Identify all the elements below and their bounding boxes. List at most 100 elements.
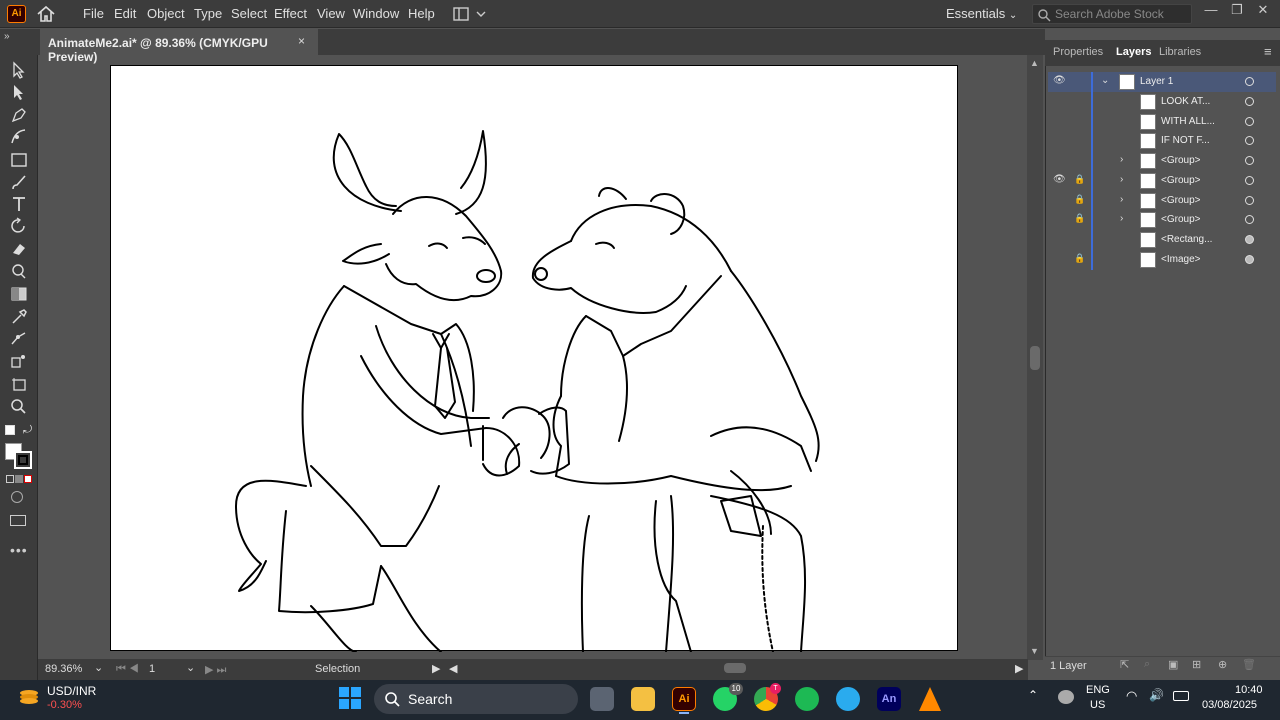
visibility-eye-icon[interactable]: 👁 <box>1053 174 1066 185</box>
scroll-up-icon[interactable]: ▲ <box>1030 58 1039 68</box>
document-tab-close-button[interactable]: × <box>298 34 305 48</box>
lock-toggle[interactable] <box>1074 154 1084 164</box>
language-line1[interactable]: ENG <box>1086 684 1110 696</box>
scroll-right-icon[interactable]: ▶ <box>1015 662 1023 675</box>
paintbrush-tool-icon[interactable] <box>9 173 29 191</box>
expand-chevron-right-icon[interactable]: › <box>1120 154 1123 165</box>
menu-object[interactable]: Object <box>147 6 185 21</box>
eraser-tool-icon[interactable] <box>9 240 29 258</box>
panel-menu-icon[interactable]: ≡ <box>1264 44 1272 59</box>
delete-layer-icon[interactable]: 🗑 <box>1242 658 1256 671</box>
scroll-left-icon[interactable]: ◀ <box>449 662 457 675</box>
target-circle-icon[interactable] <box>1245 136 1254 145</box>
puppet-warp-tool-icon[interactable] <box>9 329 29 347</box>
visibility-toggle[interactable] <box>1053 154 1063 164</box>
tab-libraries[interactable]: Libraries <box>1159 46 1201 58</box>
lock-toggle[interactable] <box>1074 115 1084 125</box>
gradient-mode-icon[interactable] <box>15 475 23 483</box>
eyedropper-tool-icon[interactable] <box>9 307 29 325</box>
ticker-symbol[interactable]: USD/INR <box>47 684 96 698</box>
close-window-button[interactable]: ✕ <box>1252 2 1274 22</box>
illustrator-taskbar-icon[interactable]: Ai <box>672 687 696 711</box>
target-circle-icon[interactable] <box>1245 176 1254 185</box>
task-view-icon[interactable] <box>590 687 614 711</box>
zoom-level[interactable]: 89.36% <box>45 663 82 675</box>
zoom-dropdown-icon[interactable]: ⌄ <box>94 661 103 674</box>
windows-start-icon[interactable] <box>338 686 362 710</box>
lock-icon[interactable]: 🔒 <box>1074 213 1085 224</box>
file-explorer-icon[interactable] <box>631 687 655 711</box>
edit-toolbar-icon[interactable]: ••• <box>10 542 28 558</box>
layer-row[interactable]: WITH ALL... <box>1048 112 1276 132</box>
scroll-down-icon[interactable]: ▼ <box>1030 646 1039 656</box>
color-mode-icon[interactable] <box>6 475 14 483</box>
telegram-icon[interactable] <box>836 687 860 711</box>
new-sublayer-icon[interactable]: ⊞ <box>1192 658 1201 671</box>
layer-row[interactable]: 🔒 › <Group> <box>1048 191 1276 211</box>
screen-mode-icon[interactable] <box>10 515 26 526</box>
lock-toggle[interactable] <box>1074 233 1084 243</box>
lock-toggle[interactable] <box>1074 75 1084 85</box>
lock-icon[interactable]: 🔒 <box>1074 253 1085 264</box>
wifi-icon[interactable]: ◠ <box>1126 688 1137 704</box>
home-icon[interactable] <box>36 5 56 23</box>
visibility-toggle[interactable] <box>1053 134 1063 144</box>
show-hidden-icons-icon[interactable]: ⌃ <box>1028 688 1038 702</box>
layer-row[interactable]: IF NOT F... <box>1048 131 1276 151</box>
document-tab[interactable]: AnimateMe2.ai* @ 89.36% (CMYK/GPU Previe… <box>40 29 318 64</box>
tab-layers[interactable]: Layers <box>1116 46 1151 58</box>
horizontal-scroll-thumb[interactable] <box>724 663 746 673</box>
taskbar-search[interactable]: Search <box>374 684 578 714</box>
layer-row[interactable]: 👁 ⌄ Layer 1 <box>1048 72 1276 92</box>
curvature-tool-icon[interactable] <box>9 127 29 145</box>
visibility-toggle[interactable] <box>1053 253 1063 263</box>
layer-row[interactable]: <Rectang... <box>1048 230 1276 250</box>
menu-view[interactable]: View <box>317 6 345 21</box>
menu-window[interactable]: Window <box>353 6 399 21</box>
swap-colors-icon[interactable]: ⤾ <box>23 424 32 437</box>
menu-file[interactable]: File <box>83 6 104 21</box>
lock-toggle[interactable] <box>1074 95 1084 105</box>
minimize-button[interactable]: — <box>1200 2 1222 22</box>
type-tool-icon[interactable] <box>9 195 29 213</box>
animate-icon[interactable]: An <box>877 687 901 711</box>
default-colors-icon[interactable] <box>5 425 15 435</box>
new-layer-icon[interactable]: ⊕ <box>1218 658 1227 671</box>
lock-toggle[interactable] <box>1074 134 1084 144</box>
visibility-toggle[interactable] <box>1053 194 1063 204</box>
visibility-toggle[interactable] <box>1053 213 1063 223</box>
menu-type[interactable]: Type <box>194 6 222 21</box>
layer-row[interactable]: 🔒 <Image> <box>1048 250 1276 270</box>
expand-chevron-right-icon[interactable]: › <box>1120 213 1123 224</box>
artboard-tool-icon[interactable] <box>9 375 29 393</box>
visibility-eye-icon[interactable]: 👁 <box>1053 75 1066 86</box>
target-circle-icon[interactable] <box>1245 77 1254 86</box>
expand-chevron-down-icon[interactable]: ⌄ <box>1101 75 1109 86</box>
none-mode-icon[interactable] <box>24 475 32 483</box>
vlc-icon[interactable] <box>919 687 941 711</box>
gradient-tool-icon[interactable] <box>9 285 29 303</box>
direct-selection-tool-icon[interactable] <box>9 83 29 101</box>
target-circle-icon[interactable] <box>1245 255 1254 264</box>
stroke-swatch[interactable] <box>14 451 32 469</box>
clipping-mask-icon[interactable]: ▣ <box>1168 658 1178 671</box>
target-circle-icon[interactable] <box>1245 156 1254 165</box>
first-artboard-icon[interactable]: ⏮ ◀ <box>116 663 139 676</box>
tab-properties[interactable]: Properties <box>1053 46 1103 58</box>
visibility-toggle[interactable] <box>1053 115 1063 125</box>
zoom-tool-icon[interactable] <box>9 397 29 415</box>
onedrive-icon[interactable] <box>1058 690 1074 704</box>
spotify-icon[interactable] <box>795 687 819 711</box>
target-circle-icon[interactable] <box>1245 117 1254 126</box>
ticker-icon[interactable] <box>18 688 40 706</box>
collapse-toolbar-icon[interactable]: » <box>4 31 10 42</box>
selection-tool-icon[interactable] <box>9 61 29 79</box>
status-menu-icon[interactable]: ▶ <box>432 662 440 675</box>
arrange-documents-icon[interactable] <box>453 6 487 22</box>
menu-help[interactable]: Help <box>408 6 435 21</box>
adobe-stock-search-input[interactable]: Search Adobe Stock <box>1032 4 1192 24</box>
layer-row[interactable]: LOOK AT... <box>1048 92 1276 112</box>
symbol-sprayer-tool-icon[interactable] <box>9 352 29 370</box>
target-circle-icon[interactable] <box>1245 196 1254 205</box>
target-circle-icon[interactable] <box>1245 215 1254 224</box>
